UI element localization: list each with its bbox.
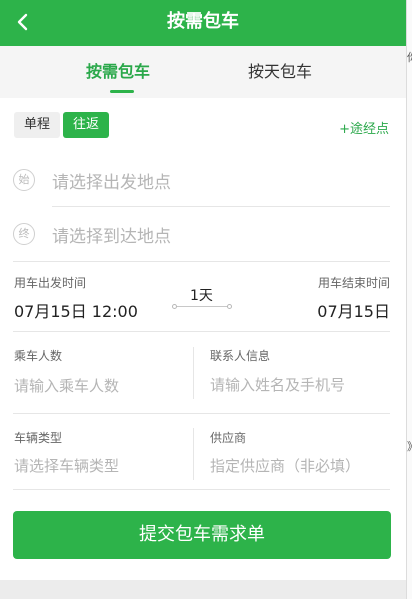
vehicle-type-select[interactable]: 请选择车辆类型 — [14, 455, 119, 476]
add-waypoint-link[interactable]: +途经点 — [339, 118, 389, 137]
contact-input[interactable]: 请输入姓名及手机号 — [210, 374, 345, 395]
adjacent-window-edge — [406, 0, 412, 599]
end-time-label: 用车结束时间 — [317, 276, 390, 290]
passengers-input[interactable]: 请输入乘车人数 — [14, 375, 119, 396]
divider — [13, 413, 390, 414]
edge-glyph: 你 — [407, 49, 412, 65]
start-time-label: 用车出发时间 — [14, 276, 87, 290]
supplier-label: 供应商 — [210, 431, 247, 445]
end-badge-icon: 终 — [13, 223, 35, 245]
charter-tabs: 按需包车 按天包车 — [0, 46, 406, 98]
round-trip-button[interactable]: 往返 — [63, 112, 110, 138]
contact-label: 联系人信息 — [210, 349, 271, 363]
page-title: 按需包车 — [167, 11, 239, 32]
duration-line — [175, 306, 229, 307]
end-time-value[interactable]: 07月15日 — [317, 298, 390, 322]
divider — [13, 489, 390, 490]
tab-by-day[interactable]: 按天包车 — [248, 46, 312, 98]
duration-dot-end — [227, 304, 232, 309]
divider — [52, 206, 390, 207]
passengers-label: 乘车人数 — [14, 349, 63, 363]
start-time-value[interactable]: 07月15日 12:00 — [14, 298, 138, 322]
duration-dot-start — [172, 304, 177, 309]
column-divider — [193, 347, 194, 399]
charter-form: 单程 往返 +途经点 始 请选择出发地点 终 请选择到达地点 用车出发时间 07… — [0, 98, 406, 580]
divider — [13, 261, 390, 262]
start-location-field[interactable]: 始 请选择出发地点 — [0, 156, 406, 206]
start-badge-icon: 始 — [13, 169, 35, 191]
column-divider — [193, 428, 194, 480]
divider — [13, 331, 390, 332]
edge-glyph: 》 — [407, 438, 412, 454]
vehicle-type-label: 车辆类型 — [14, 431, 63, 445]
supplier-select[interactable]: 指定供应商（非必填） — [210, 455, 360, 476]
duration-label: 1天 — [190, 288, 213, 304]
active-tab-indicator — [110, 90, 134, 93]
end-location-field[interactable]: 终 请选择到达地点 — [0, 210, 406, 260]
submit-charter-request-button[interactable]: 提交包车需求单 — [13, 511, 391, 559]
one-way-button[interactable]: 单程 — [14, 112, 61, 138]
app-screen: 按需包车 按需包车 按天包车 单程 往返 +途经点 始 请选择出发地点 终 请选… — [0, 0, 406, 599]
end-location-placeholder: 请选择到达地点 — [52, 227, 171, 247]
top-bar: 按需包车 — [0, 0, 406, 46]
bottom-strip — [0, 580, 406, 599]
start-location-placeholder: 请选择出发地点 — [52, 173, 171, 193]
